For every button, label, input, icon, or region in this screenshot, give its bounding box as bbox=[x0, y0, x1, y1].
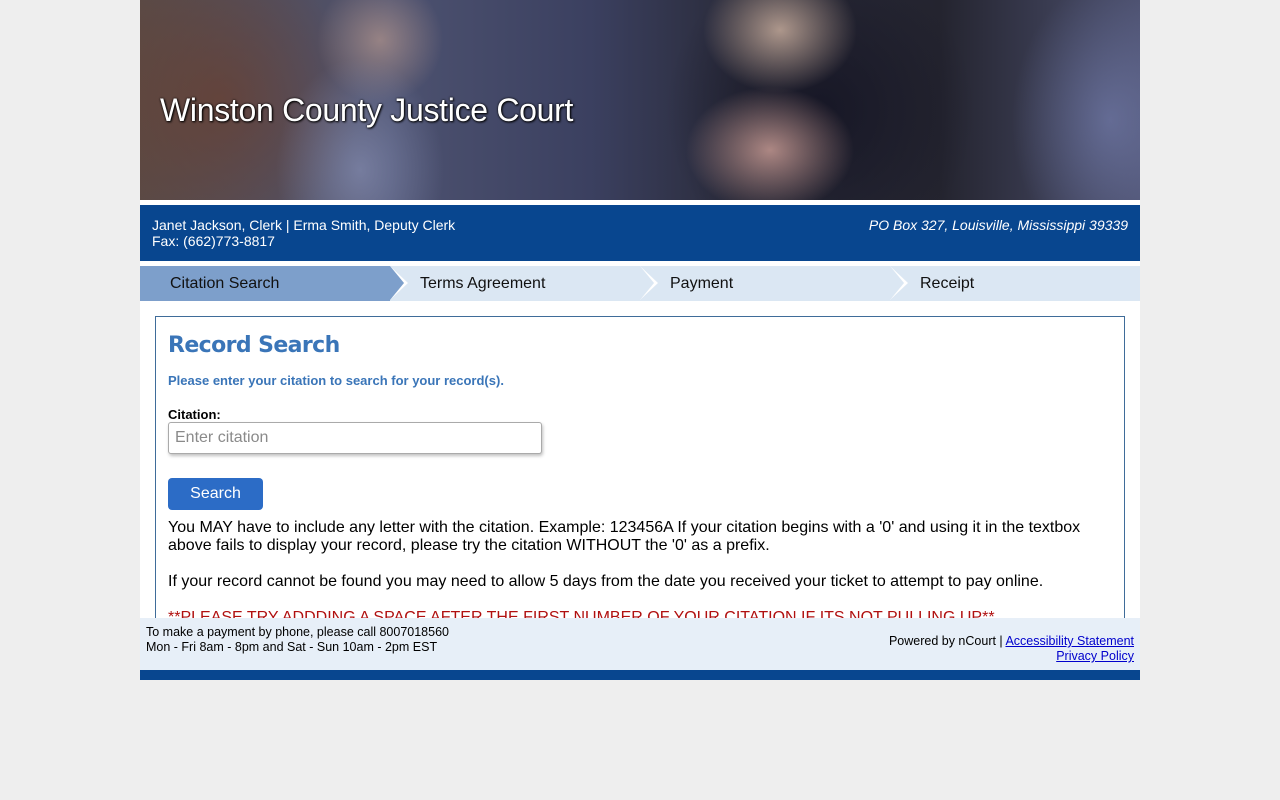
contact-bar: Janet Jackson, Clerk | Erma Smith, Deput… bbox=[140, 205, 1140, 261]
bottom-bar bbox=[140, 670, 1140, 680]
step-payment: Payment bbox=[640, 266, 908, 301]
search-button[interactable]: Search bbox=[168, 478, 263, 510]
privacy-link[interactable]: Privacy Policy bbox=[1056, 649, 1134, 663]
mailing-address: PO Box 327, Louisville, Mississippi 3933… bbox=[868, 217, 1128, 233]
step-label: Terms Agreement bbox=[420, 275, 546, 292]
panel-title: Record Search bbox=[168, 333, 340, 358]
step-label: Payment bbox=[670, 275, 734, 292]
progress-steps: Citation Search Terms Agreement Payment … bbox=[140, 266, 1140, 301]
clerk-names: Janet Jackson, Clerk | Erma Smith, Deput… bbox=[152, 217, 456, 233]
header-banner: Winston County Justice Court bbox=[140, 0, 1140, 200]
footer-links: Powered by nCourt | Accessibility Statem… bbox=[889, 634, 1134, 664]
phone-line: To make a payment by phone, please call … bbox=[146, 625, 449, 639]
accessibility-link[interactable]: Accessibility Statement bbox=[1005, 634, 1134, 648]
footer: To make a payment by phone, please call … bbox=[140, 618, 1140, 670]
hours-line: Mon - Fri 8am - 8pm and Sat - Sun 10am -… bbox=[146, 640, 438, 654]
record-search-panel: Record Search Please enter your citation… bbox=[155, 316, 1125, 633]
citation-input[interactable] bbox=[168, 422, 542, 454]
clerk-info: Janet Jackson, Clerk | Erma Smith, Deput… bbox=[152, 217, 455, 249]
step-label: Receipt bbox=[920, 275, 975, 292]
step-receipt: Receipt bbox=[890, 266, 1140, 301]
court-title: Winston County Justice Court bbox=[160, 92, 574, 128]
powered-by: Powered by nCourt | bbox=[888, 634, 1006, 648]
record-delay-note: If your record cannot be found you may n… bbox=[168, 573, 1044, 590]
step-terms-agreement: Terms Agreement bbox=[390, 266, 658, 301]
phone-payment-info: To make a payment by phone, please call … bbox=[146, 625, 449, 655]
citation-format-note: You MAY have to include any letter with … bbox=[168, 519, 1081, 554]
main-content: Record Search Please enter your citation… bbox=[140, 301, 1140, 633]
step-citation-search: Citation Search bbox=[140, 266, 408, 301]
page: Winston County Justice Court Janet Jacks… bbox=[140, 0, 1140, 680]
fax-number: Fax: (662)773-8817 bbox=[152, 233, 275, 249]
citation-label: Citation: bbox=[168, 407, 221, 422]
panel-instructions: Please enter your citation to search for… bbox=[168, 373, 504, 388]
step-label: Citation Search bbox=[170, 275, 280, 292]
